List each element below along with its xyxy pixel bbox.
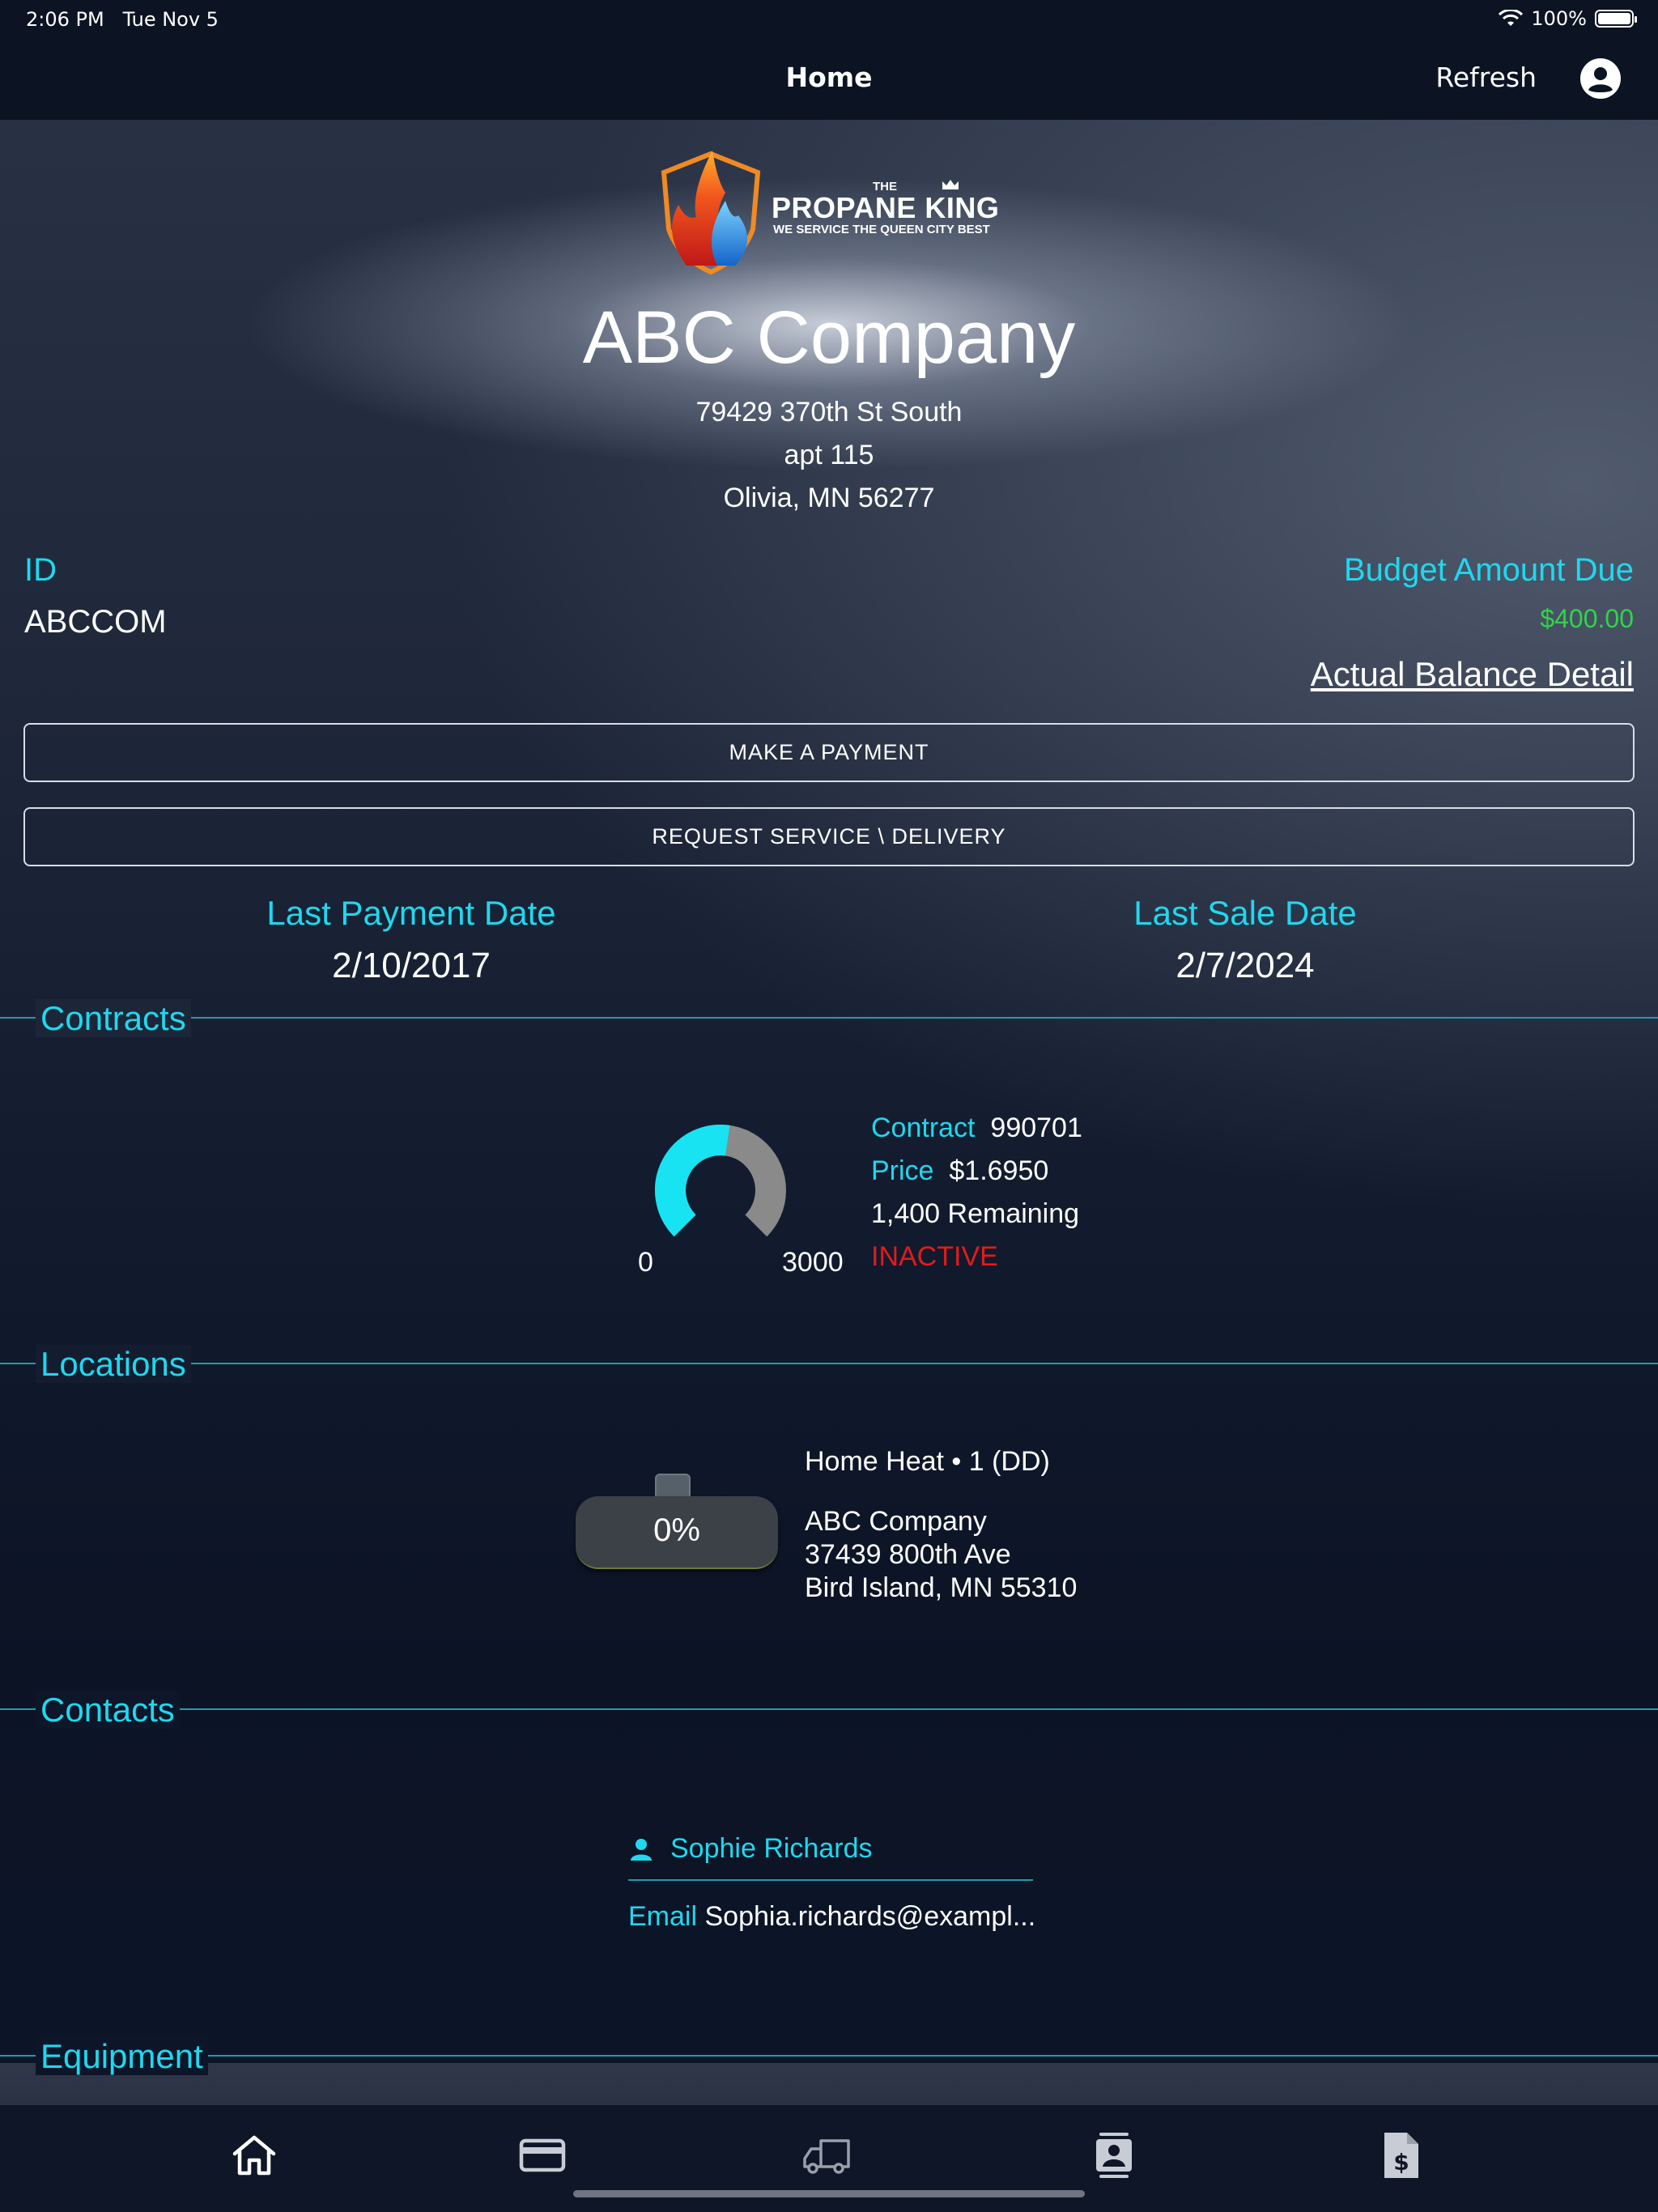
invoice-dollar-icon[interactable]: $ [1375,2129,1426,2181]
address-line-3: Olivia, MN 56277 [723,483,935,513]
contacts-icon[interactable] [1088,2129,1140,2181]
budget-amount-label: Budget Amount Due [1343,552,1634,588]
locations-title-text: Locations [36,1345,191,1383]
location-title[interactable]: Home Heat • 1 (DD) [805,1446,1050,1478]
tank-percent: 0% [653,1512,700,1548]
gauge-max-label: 3000 [782,1247,844,1278]
nav-bar: Home Refresh [0,40,1658,120]
page-title: Home [785,62,873,93]
last-payment-date-value: 2/10/2017 [332,946,491,985]
location-street: 37439 800th Ave [805,1539,1011,1570]
contacts-title-text: Contacts [36,1691,180,1729]
last-sale-date-label: Last Sale Date [1133,894,1357,932]
refresh-button[interactable]: Refresh [1435,62,1537,93]
id-value: ABCCOM [24,604,167,640]
location-city: Bird Island, MN 55310 [805,1572,1078,1603]
contract-gauge [655,1125,786,1237]
home-icon[interactable] [228,2129,280,2181]
contact-email-row[interactable]: Email Sophia.richards@exampl... [628,1901,1035,1933]
status-time: 2:06 PM Tue Nov 5 [26,8,219,31]
wifi-icon [1499,10,1524,26]
contact-name: Sophie Richards [670,1833,873,1864]
contract-label: Contract [871,1112,976,1143]
svg-text:$: $ [1393,2149,1409,2176]
gauge-min-label: 0 [638,1247,653,1278]
propane-king-logo: THE PROPANE KING WE SERVICE THE QUEEN CI… [654,144,1010,278]
battery-icon [1595,10,1637,28]
contact-name-row[interactable]: Sophie Richards [628,1833,872,1865]
home-screen: 2:06 PM Tue Nov 5 100% Home Refresh THE … [0,0,1658,2212]
actual-balance-detail-link[interactable]: Actual Balance Detail [1311,655,1634,694]
locations-section-title: Locations [31,1345,196,1384]
make-payment-button[interactable]: MAKE A PAYMENT [23,723,1635,782]
contract-status-badge: INACTIVE [871,1241,998,1272]
email-value: Sophia.richards@exampl... [704,1901,1036,1932]
equipment-title-text: Equipment [36,2037,208,2075]
company-name: ABC Company [582,296,1076,379]
battery-percent: 100% [1531,7,1587,30]
email-label: Email [628,1901,698,1932]
equipment-section-title: Equipment [31,2037,213,2076]
account-circle-icon[interactable] [1579,57,1622,100]
logo-name: PROPANE KING [772,191,1000,224]
status-date: Tue Nov 5 [122,8,219,31]
status-right: 100% [1499,7,1637,30]
contact-divider [628,1879,1033,1881]
equipment-divider [0,2055,1658,2057]
contacts-section-title: Contacts [31,1691,185,1729]
logo-tagline: WE SERVICE THE QUEEN CITY BEST [773,223,990,236]
last-sale-date-value: 2/7/2024 [1175,946,1315,985]
flame-shield-icon [661,151,761,275]
status-clock: 2:06 PM [26,8,104,31]
last-payment-date-label: Last Payment Date [266,894,556,932]
propane-tank-gauge[interactable]: 0% [576,1474,778,1571]
gauge-fill [655,1125,730,1237]
contract-price-row: Price $1.6950 [871,1155,1048,1187]
status-bar: 2:06 PM Tue Nov 5 100% [0,0,1658,40]
delivery-truck-icon[interactable] [801,2129,853,2181]
contracts-divider [0,1017,1658,1019]
person-icon [631,1838,652,1861]
locations-divider [0,1363,1658,1364]
request-service-button[interactable]: REQUEST SERVICE \ DELIVERY [23,807,1635,866]
home-indicator[interactable] [573,2190,1085,2197]
address-line-1: 79429 370th St South [695,397,963,428]
address-line-2: apt 115 [784,440,874,470]
id-label: ID [24,552,57,588]
contacts-divider [0,1708,1658,1710]
budget-amount-value: $400.00 [1540,604,1634,633]
price-value: $1.6950 [949,1155,1049,1186]
crown-icon [942,180,959,189]
credit-card-icon[interactable] [517,2129,568,2181]
contract-value: 990701 [990,1112,1082,1143]
contract-number-row: Contract 990701 [871,1112,1082,1144]
price-label: Price [871,1155,934,1186]
contracts-section-title: Contracts [31,999,196,1038]
contract-remaining: 1,400 Remaining [871,1198,1080,1229]
contracts-title-text: Contracts [36,999,191,1037]
location-name: ABC Company [805,1506,987,1537]
equipment-content [0,2063,1658,2105]
